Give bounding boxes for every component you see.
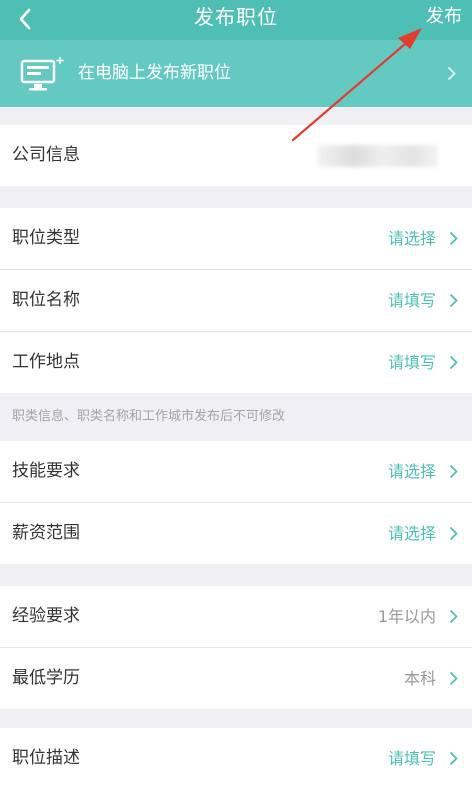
chevron-right-icon: [449, 751, 458, 766]
salary-range-value: 请选择: [387, 524, 436, 543]
top-nav-bar: 发布职位 发布: [0, 0, 472, 40]
job-type-label: 职位类型: [12, 228, 80, 248]
chevron-right-icon: [449, 526, 458, 541]
min-education-row[interactable]: 最低学历 本科: [0, 648, 472, 709]
job-name-row[interactable]: 职位名称 请填写: [0, 270, 472, 332]
immutable-fields-note: 职类信息、职类名称和工作城市发布后不可修改: [12, 409, 286, 424]
chevron-right-icon: [449, 609, 458, 624]
chevron-right-icon: [449, 231, 458, 246]
computer-icon: [20, 56, 64, 98]
skill-requirement-value: 请选择: [387, 462, 436, 481]
chevron-right-icon: [449, 464, 458, 479]
company-info-row[interactable]: 公司信息: [0, 125, 472, 186]
job-description-value: 请填写: [387, 749, 436, 768]
company-name-value-blurred: [318, 145, 438, 167]
publish-button[interactable]: 发布: [426, 0, 462, 36]
work-location-label: 工作地点: [12, 352, 80, 372]
job-name-label: 职位名称: [12, 290, 80, 310]
job-description-row[interactable]: 职位描述 请填写: [0, 728, 472, 789]
salary-range-row[interactable]: 薪资范围 请选择: [0, 503, 472, 564]
company-info-label: 公司信息: [12, 145, 80, 165]
work-location-row[interactable]: 工作地点 请填写: [0, 332, 472, 393]
salary-range-label: 薪资范围: [12, 523, 80, 543]
chevron-right-icon: [449, 293, 458, 308]
job-basic-section: 职位类型 请选择 职位名称 请填写 工作地点 请填写: [0, 208, 472, 393]
min-education-value: 本科: [403, 669, 436, 688]
job-name-value: 请填写: [387, 291, 436, 310]
experience-requirement-value: 1年以内: [377, 607, 436, 626]
work-location-value: 请填写: [387, 353, 436, 372]
min-education-label: 最低学历: [12, 668, 80, 688]
job-type-row[interactable]: 职位类型 请选择: [0, 208, 472, 270]
job-type-value: 请选择: [387, 229, 436, 248]
experience-requirement-label: 经验要求: [12, 606, 80, 626]
experience-requirement-row[interactable]: 经验要求 1年以内: [0, 586, 472, 648]
company-section: 公司信息: [0, 125, 472, 186]
page-title: 发布职位: [194, 5, 278, 29]
chevron-right-icon: [449, 355, 458, 370]
skill-requirement-label: 技能要求: [12, 461, 80, 481]
publish-on-pc-banner[interactable]: 在电脑上发布新职位: [0, 40, 472, 107]
experience-section: 经验要求 1年以内 最低学历 本科: [0, 586, 472, 709]
chevron-right-icon: [447, 66, 456, 81]
chevron-right-icon: [449, 671, 458, 686]
description-section: 职位描述 请填写: [0, 728, 472, 789]
skill-requirement-row[interactable]: 技能要求 请选择: [0, 441, 472, 503]
banner-text: 在电脑上发布新职位: [78, 63, 231, 83]
requirements-section: 技能要求 请选择 薪资范围 请选择: [0, 441, 472, 564]
job-description-label: 职位描述: [12, 748, 80, 768]
